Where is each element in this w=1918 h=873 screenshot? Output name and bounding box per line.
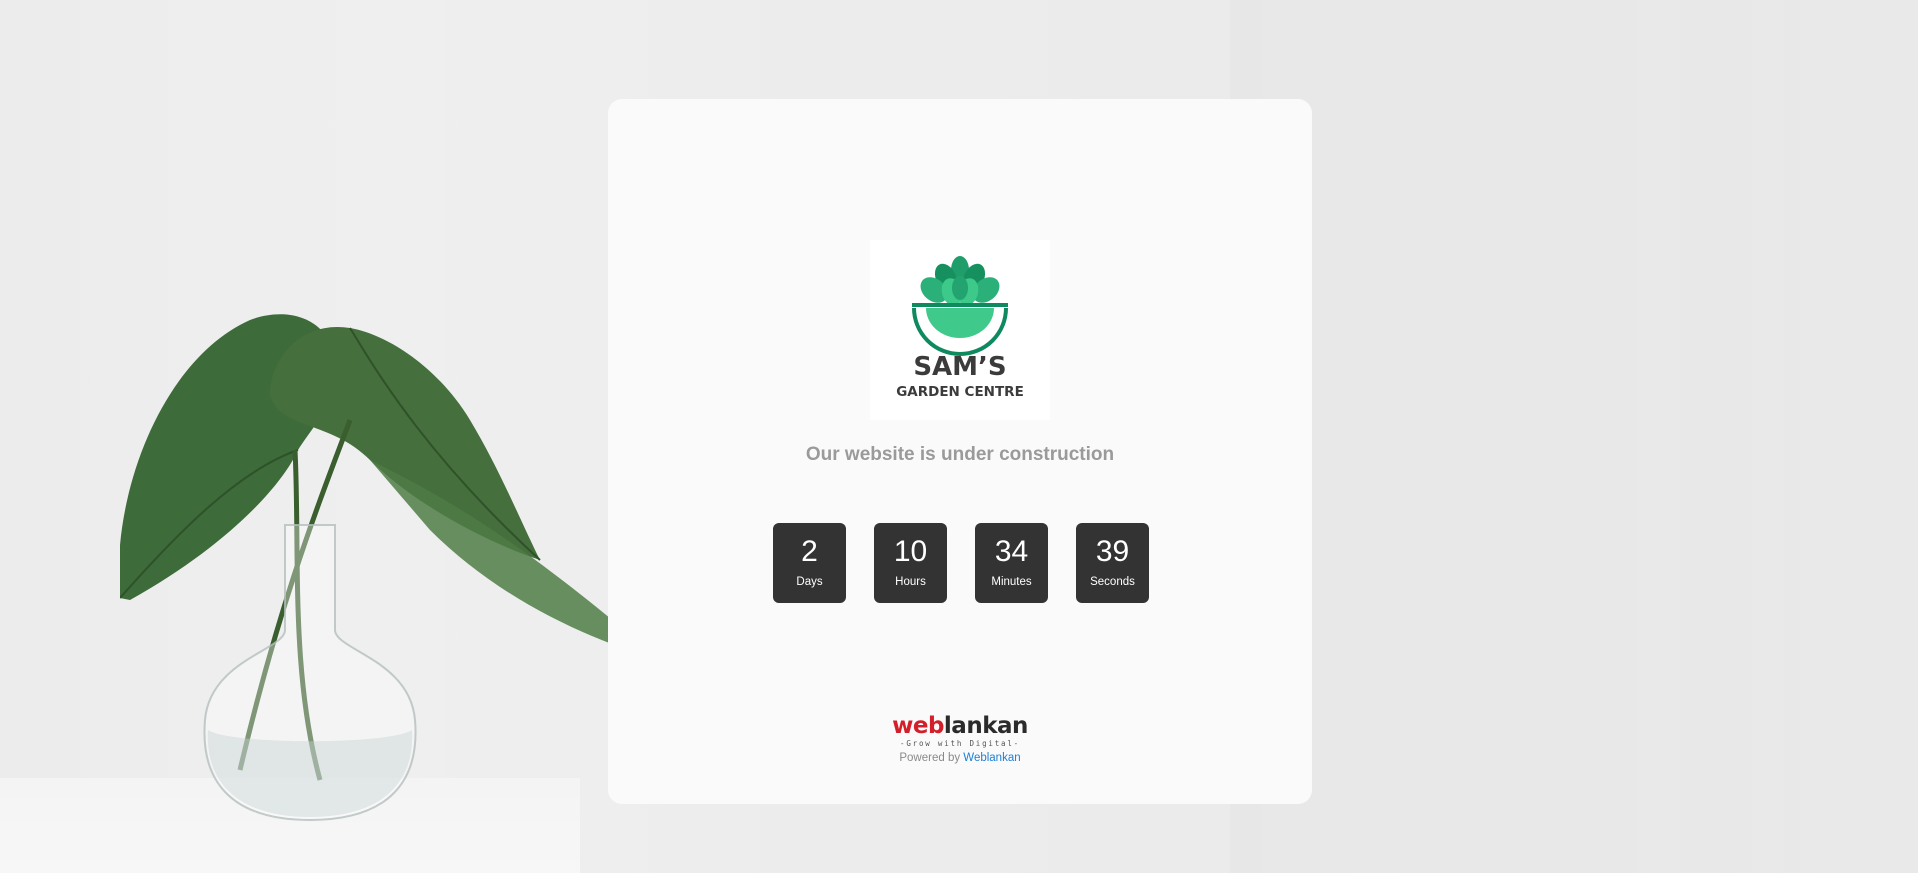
countdown-days: 2 Days: [773, 523, 846, 603]
sams-garden-centre-logo: SAM’S GARDEN CENTRE: [870, 240, 1050, 420]
under-construction-heading: Our website is under construction: [805, 444, 1115, 465]
countdown-seconds: 39 Seconds: [1076, 523, 1149, 603]
construction-card: SAM’S GARDEN CENTRE Our website is under…: [608, 99, 1312, 804]
countdown-hours-label: Hours: [895, 576, 926, 588]
weblankan-link[interactable]: Weblankan: [963, 752, 1020, 764]
countdown-minutes-value: 34: [994, 535, 1029, 568]
brand-tagline: -Grow with Digital-: [900, 739, 1020, 748]
background-shadow: [1230, 0, 1918, 873]
countdown-days-label: Days: [796, 576, 823, 588]
countdown-minutes-label: Minutes: [991, 576, 1032, 588]
countdown-minutes: 34 Minutes: [975, 523, 1048, 603]
countdown-timer: 2 Days 10 Hours 34 Minutes 39 Seconds: [773, 523, 1149, 603]
countdown-hours: 10 Hours: [874, 523, 947, 603]
countdown-days-value: 2: [801, 535, 818, 568]
countdown-seconds-value: 39: [1095, 535, 1130, 568]
brand-lankan-text: lankan: [943, 713, 1028, 739]
countdown-seconds-label: Seconds: [1090, 576, 1135, 588]
logo-subtitle: GARDEN CENTRE: [896, 384, 1024, 400]
powered-by-label: Powered by: [899, 752, 961, 764]
powered-by-footer: Powered by Weblankan: [608, 752, 1312, 764]
weblankan-logo[interactable]: weblankan -Grow with Digital-: [608, 714, 1312, 748]
plant-vase-image: [120, 314, 660, 822]
brand-web-text: web: [892, 713, 944, 739]
logo-title: SAM’S: [913, 352, 1007, 382]
countdown-hours-value: 10: [893, 535, 928, 568]
